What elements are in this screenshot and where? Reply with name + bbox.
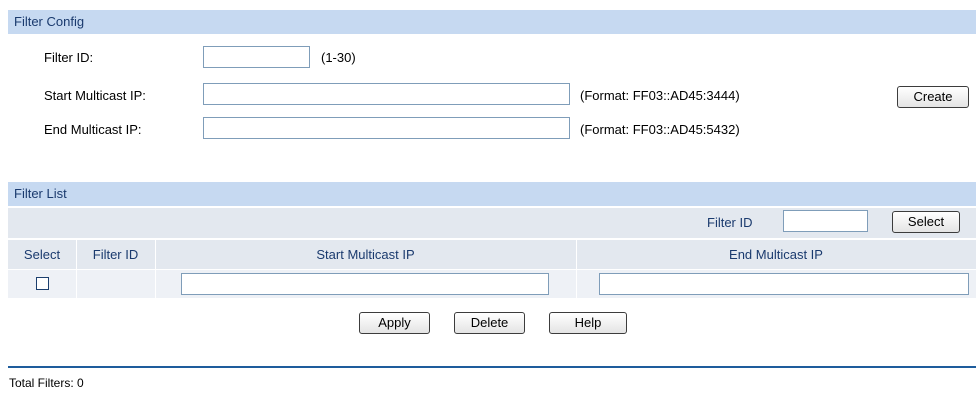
filter-list-header: Filter List — [8, 182, 976, 206]
create-button[interactable]: Create — [897, 86, 969, 108]
filter-search-input[interactable] — [783, 210, 868, 232]
apply-button[interactable]: Apply — [359, 312, 430, 334]
filter-search-label: Filter ID — [707, 215, 753, 230]
filter-config-header: Filter Config — [8, 10, 976, 34]
column-divider — [155, 270, 156, 298]
column-divider — [76, 240, 77, 269]
column-divider — [155, 240, 156, 269]
table-row — [8, 270, 976, 298]
filter-search-bar: Filter ID Select — [8, 208, 976, 238]
footer-divider — [8, 366, 976, 368]
column-header-filter-id: Filter ID — [92, 247, 139, 262]
select-button[interactable]: Select — [892, 211, 960, 233]
filter-table-header: Select Filter ID Start Multicast IP End … — [8, 240, 976, 270]
column-divider — [76, 270, 77, 298]
column-header-end-ip: End Multicast IP — [729, 247, 823, 262]
start-ip-edit-input[interactable] — [181, 273, 549, 295]
start-ip-format-hint: (Format: FF03::AD45:3444) — [580, 88, 740, 103]
column-divider — [576, 240, 577, 269]
end-ip-format-hint: (Format: FF03::AD45:5432) — [580, 122, 740, 137]
end-multicast-ip-input[interactable] — [203, 117, 570, 139]
select-checkbox[interactable] — [36, 277, 49, 290]
start-multicast-ip-input[interactable] — [203, 83, 570, 105]
filter-id-input[interactable] — [203, 46, 310, 68]
column-header-select: Select — [23, 247, 61, 262]
help-button[interactable]: Help — [549, 312, 627, 334]
column-divider — [576, 270, 577, 298]
end-ip-edit-input[interactable] — [599, 273, 969, 295]
total-filters-count: Total Filters: 0 — [9, 376, 84, 390]
filter-id-range-hint: (1-30) — [321, 50, 356, 65]
delete-button[interactable]: Delete — [454, 312, 525, 334]
start-multicast-ip-label: Start Multicast IP: — [44, 88, 146, 103]
column-header-start-ip: Start Multicast IP — [316, 247, 415, 262]
filter-id-label: Filter ID: — [44, 50, 94, 65]
end-multicast-ip-label: End Multicast IP: — [44, 122, 142, 137]
